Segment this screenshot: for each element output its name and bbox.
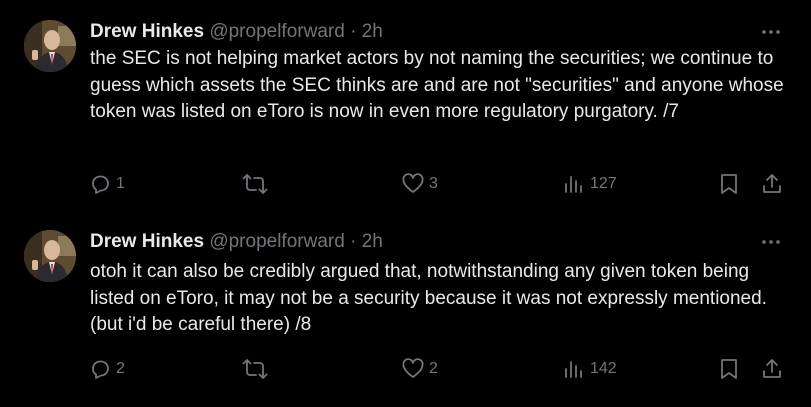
retweet-icon <box>242 359 268 379</box>
reply-count: 1 <box>116 175 125 192</box>
like-button[interactable]: 2 <box>401 355 438 383</box>
action-bar: 2 2 142 <box>88 355 788 383</box>
analytics-icon <box>565 176 582 193</box>
tweet-header: Drew Hinkes @propelforward · 2h <box>90 20 383 44</box>
bookmark-button[interactable] <box>718 355 740 383</box>
avatar[interactable] <box>24 20 76 72</box>
tweet[interactable]: Drew Hinkes @propelforward · 2h the SEC … <box>0 0 811 210</box>
share-button[interactable] <box>760 170 784 198</box>
tweet-header: Drew Hinkes @propelforward · 2h <box>90 230 383 254</box>
heart-icon <box>402 358 424 378</box>
like-button[interactable]: 3 <box>401 170 438 198</box>
retweet-icon <box>242 174 268 194</box>
reply-button[interactable]: 2 <box>88 355 125 383</box>
more-horizontal-icon <box>762 30 780 34</box>
bookmark-icon <box>721 359 737 379</box>
views-button[interactable]: 127 <box>562 170 617 198</box>
share-icon <box>763 359 781 378</box>
separator-dot: · <box>350 21 357 42</box>
tweet-text: the SEC is not helping market actors by … <box>90 48 784 122</box>
reply-icon <box>92 175 109 194</box>
share-icon <box>763 174 781 193</box>
views-count: 142 <box>590 360 617 377</box>
views-count: 127 <box>590 175 617 192</box>
more-options-button[interactable] <box>758 22 784 42</box>
avatar[interactable] <box>24 230 76 282</box>
timestamp[interactable]: 2h <box>362 231 383 252</box>
author-handle[interactable]: @propelforward <box>209 21 344 42</box>
retweet-button[interactable] <box>242 170 272 198</box>
tweet[interactable]: Drew Hinkes @propelforward · 2h otoh it … <box>0 210 811 407</box>
author-handle[interactable]: @propelforward <box>209 231 344 252</box>
share-button[interactable] <box>760 355 784 383</box>
reply-button[interactable]: 1 <box>88 170 125 198</box>
reply-count: 2 <box>116 360 125 377</box>
more-options-button[interactable] <box>758 232 784 252</box>
separator-dot: · <box>350 231 357 252</box>
heart-icon <box>402 173 424 193</box>
bookmark-button[interactable] <box>718 170 740 198</box>
more-horizontal-icon <box>762 240 780 244</box>
retweet-button[interactable] <box>242 355 272 383</box>
bookmark-icon <box>721 174 737 194</box>
action-bar: 1 3 127 <box>88 170 788 198</box>
timestamp[interactable]: 2h <box>362 21 383 42</box>
author-name[interactable]: Drew Hinkes <box>90 231 204 252</box>
reply-icon <box>92 360 109 379</box>
author-name[interactable]: Drew Hinkes <box>90 21 204 42</box>
tweet-text: otoh it can also be credibly argued that… <box>90 261 767 335</box>
like-count: 3 <box>429 175 438 192</box>
views-button[interactable]: 142 <box>562 355 617 383</box>
like-count: 2 <box>429 360 438 377</box>
analytics-icon <box>565 361 582 378</box>
